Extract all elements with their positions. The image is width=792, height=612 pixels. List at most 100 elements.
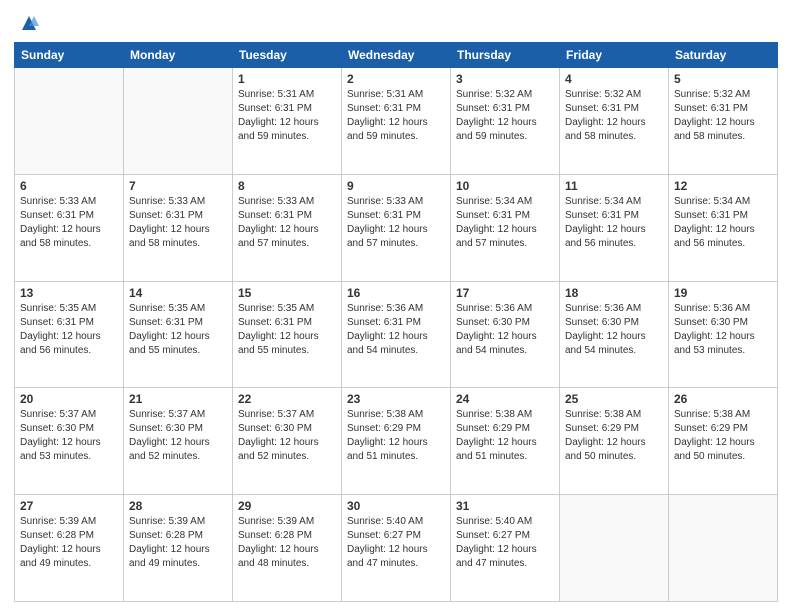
day-info-line: Sunrise: 5:31 AM xyxy=(347,88,445,102)
day-info-line: Sunrise: 5:38 AM xyxy=(565,408,663,422)
day-info-line: Daylight: 12 hours xyxy=(347,330,445,344)
day-info-line: Sunrise: 5:34 AM xyxy=(674,195,772,209)
day-info-line: and 53 minutes. xyxy=(674,344,772,358)
day-number: 16 xyxy=(347,286,445,300)
day-info-line: Sunset: 6:27 PM xyxy=(456,529,554,543)
day-cell: 11Sunrise: 5:34 AMSunset: 6:31 PMDayligh… xyxy=(560,174,669,281)
day-info-line: Sunrise: 5:37 AM xyxy=(238,408,336,422)
day-info-line: Sunset: 6:31 PM xyxy=(347,102,445,116)
day-info-line: Sunset: 6:30 PM xyxy=(456,316,554,330)
day-number: 14 xyxy=(129,286,227,300)
day-info-line: Sunrise: 5:32 AM xyxy=(565,88,663,102)
day-info-line: Sunset: 6:31 PM xyxy=(238,102,336,116)
day-cell: 7Sunrise: 5:33 AMSunset: 6:31 PMDaylight… xyxy=(124,174,233,281)
day-info-line: and 58 minutes. xyxy=(20,237,118,251)
day-number: 10 xyxy=(456,179,554,193)
day-info-line: Sunset: 6:29 PM xyxy=(674,422,772,436)
day-number: 18 xyxy=(565,286,663,300)
calendar: SundayMondayTuesdayWednesdayThursdayFrid… xyxy=(14,42,778,602)
day-number: 15 xyxy=(238,286,336,300)
logo-icon xyxy=(18,12,40,34)
day-cell: 23Sunrise: 5:38 AMSunset: 6:29 PMDayligh… xyxy=(342,388,451,495)
day-info-line: Sunrise: 5:34 AM xyxy=(565,195,663,209)
day-cell: 31Sunrise: 5:40 AMSunset: 6:27 PMDayligh… xyxy=(451,495,560,602)
day-cell: 21Sunrise: 5:37 AMSunset: 6:30 PMDayligh… xyxy=(124,388,233,495)
day-number: 22 xyxy=(238,392,336,406)
day-cell: 1Sunrise: 5:31 AMSunset: 6:31 PMDaylight… xyxy=(233,68,342,175)
day-info-line: Sunrise: 5:35 AM xyxy=(20,302,118,316)
day-info-line: Daylight: 12 hours xyxy=(565,223,663,237)
weekday-header-friday: Friday xyxy=(560,43,669,68)
day-info-line: Sunset: 6:31 PM xyxy=(238,209,336,223)
day-info-line: Daylight: 12 hours xyxy=(238,543,336,557)
day-info-line: Daylight: 12 hours xyxy=(347,543,445,557)
day-info-line: Sunset: 6:31 PM xyxy=(20,316,118,330)
day-info-line: and 48 minutes. xyxy=(238,557,336,571)
day-info-line: Sunrise: 5:36 AM xyxy=(347,302,445,316)
day-cell: 14Sunrise: 5:35 AMSunset: 6:31 PMDayligh… xyxy=(124,281,233,388)
day-cell: 22Sunrise: 5:37 AMSunset: 6:30 PMDayligh… xyxy=(233,388,342,495)
day-number: 27 xyxy=(20,499,118,513)
day-info-line: and 57 minutes. xyxy=(238,237,336,251)
day-info-line: Daylight: 12 hours xyxy=(456,330,554,344)
day-info-line: Sunrise: 5:39 AM xyxy=(20,515,118,529)
day-cell: 3Sunrise: 5:32 AMSunset: 6:31 PMDaylight… xyxy=(451,68,560,175)
day-info-line: Daylight: 12 hours xyxy=(674,116,772,130)
day-info-line: Sunset: 6:31 PM xyxy=(347,209,445,223)
day-info-line: Daylight: 12 hours xyxy=(674,330,772,344)
day-info-line: Daylight: 12 hours xyxy=(674,436,772,450)
day-cell xyxy=(15,68,124,175)
day-info-line: Sunset: 6:28 PM xyxy=(129,529,227,543)
day-info-line: Sunrise: 5:34 AM xyxy=(456,195,554,209)
day-info-line: Daylight: 12 hours xyxy=(565,116,663,130)
week-row-4: 20Sunrise: 5:37 AMSunset: 6:30 PMDayligh… xyxy=(15,388,778,495)
day-info-line: Daylight: 12 hours xyxy=(456,436,554,450)
day-info-line: and 56 minutes. xyxy=(20,344,118,358)
day-info-line: Sunrise: 5:33 AM xyxy=(238,195,336,209)
day-number: 21 xyxy=(129,392,227,406)
day-cell: 15Sunrise: 5:35 AMSunset: 6:31 PMDayligh… xyxy=(233,281,342,388)
day-info-line: and 59 minutes. xyxy=(238,130,336,144)
day-info-line: Daylight: 12 hours xyxy=(20,436,118,450)
day-cell: 10Sunrise: 5:34 AMSunset: 6:31 PMDayligh… xyxy=(451,174,560,281)
day-cell xyxy=(560,495,669,602)
day-cell: 19 Sunrise: 5:36 AMSunset: 6:30 PMDayligh… xyxy=(669,281,778,388)
day-info-line: and 49 minutes. xyxy=(129,557,227,571)
day-info-line: Sunset: 6:30 PM xyxy=(674,316,772,330)
day-cell: 24Sunrise: 5:38 AMSunset: 6:29 PMDayligh… xyxy=(451,388,560,495)
day-number: 2 xyxy=(347,72,445,86)
day-info-line: and 58 minutes. xyxy=(674,130,772,144)
day-info-line: Sunset: 6:28 PM xyxy=(20,529,118,543)
day-info-line: and 55 minutes. xyxy=(129,344,227,358)
day-info-line: Sunset: 6:31 PM xyxy=(456,209,554,223)
day-info-line: Sunrise: 5:36 AM xyxy=(674,302,772,316)
day-info-line: and 54 minutes. xyxy=(456,344,554,358)
day-info-line: and 56 minutes. xyxy=(674,237,772,251)
day-info-line: Daylight: 12 hours xyxy=(20,223,118,237)
day-cell: 8Sunrise: 5:33 AMSunset: 6:31 PMDaylight… xyxy=(233,174,342,281)
day-number: 8 xyxy=(238,179,336,193)
day-info-line: Daylight: 12 hours xyxy=(129,330,227,344)
day-info-line: and 59 minutes. xyxy=(347,130,445,144)
day-info-line: Sunset: 6:28 PM xyxy=(238,529,336,543)
day-info-line: and 50 minutes. xyxy=(674,450,772,464)
day-number: 1 xyxy=(238,72,336,86)
weekday-header-row: SundayMondayTuesdayWednesdayThursdayFrid… xyxy=(15,43,778,68)
day-info-line: Sunrise: 5:37 AM xyxy=(20,408,118,422)
day-info-line: and 49 minutes. xyxy=(20,557,118,571)
day-info-line: Sunset: 6:29 PM xyxy=(456,422,554,436)
day-cell: 2Sunrise: 5:31 AMSunset: 6:31 PMDaylight… xyxy=(342,68,451,175)
day-info-line: Sunset: 6:30 PM xyxy=(129,422,227,436)
day-cell: 29Sunrise: 5:39 AMSunset: 6:28 PMDayligh… xyxy=(233,495,342,602)
week-row-1: 1Sunrise: 5:31 AMSunset: 6:31 PMDaylight… xyxy=(15,68,778,175)
day-number: 19 xyxy=(674,286,772,300)
day-number: 29 xyxy=(238,499,336,513)
day-info-line: Sunrise: 5:38 AM xyxy=(456,408,554,422)
day-info-line: Daylight: 12 hours xyxy=(565,330,663,344)
day-number: 9 xyxy=(347,179,445,193)
day-cell: 4Sunrise: 5:32 AMSunset: 6:31 PMDaylight… xyxy=(560,68,669,175)
weekday-header-saturday: Saturday xyxy=(669,43,778,68)
day-number: 7 xyxy=(129,179,227,193)
day-number: 3 xyxy=(456,72,554,86)
day-number: 25 xyxy=(565,392,663,406)
